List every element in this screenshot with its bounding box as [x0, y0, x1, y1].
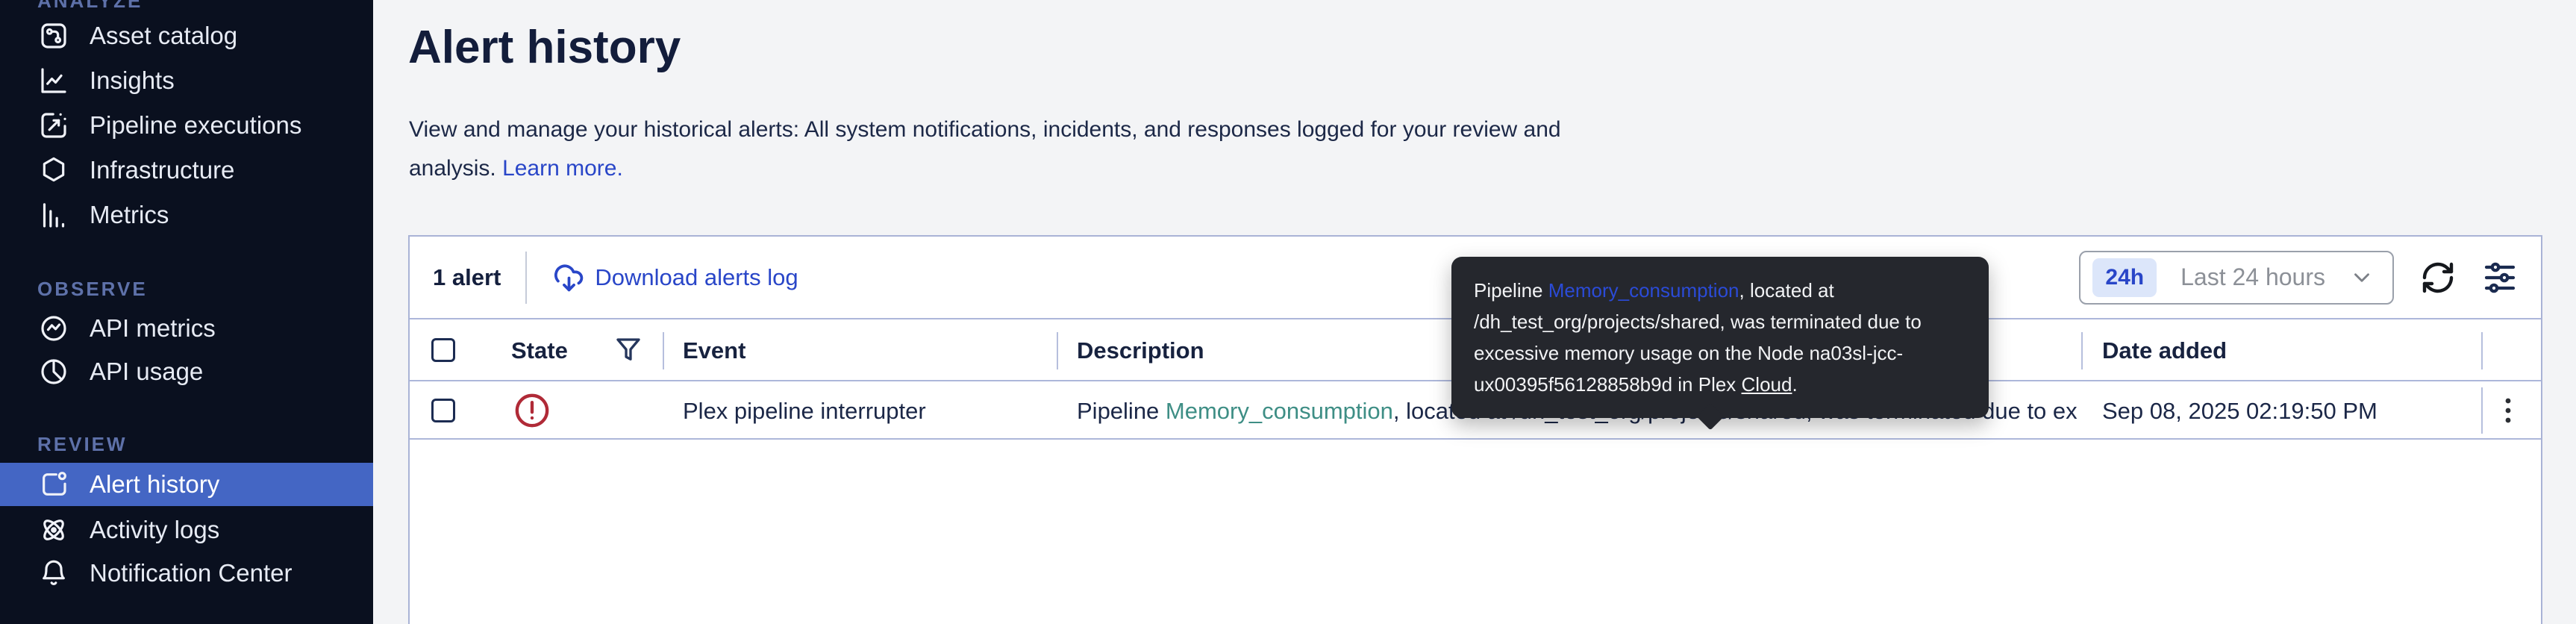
toolbar-divider — [525, 252, 527, 304]
atom-icon — [39, 515, 69, 545]
time-range-select[interactable]: 24h Last 24 hours — [2079, 251, 2394, 305]
column-header-state: State — [511, 337, 568, 364]
sidebar-item-asset-catalog[interactable]: Asset catalog — [0, 13, 373, 58]
app-window: ANALYZE Asset catalog Insights Pipeline … — [0, 0, 2576, 624]
row-actions-button[interactable] — [2490, 393, 2526, 428]
refresh-icon — [2420, 260, 2456, 296]
column-divider — [2481, 332, 2483, 369]
sidebar-item-label: API metrics — [90, 314, 216, 343]
asset-catalog-icon — [39, 21, 69, 51]
time-range-badge: 24h — [2092, 258, 2157, 297]
card-dot-icon — [39, 469, 69, 499]
bar-chart-icon — [39, 200, 69, 230]
table-settings-button[interactable] — [2482, 260, 2518, 296]
sidebar: ANALYZE Asset catalog Insights Pipeline … — [0, 0, 373, 624]
filter-funnel-icon[interactable] — [613, 334, 644, 366]
section-label-observe: OBSERVE — [37, 278, 148, 301]
column-divider — [1057, 332, 1058, 369]
kebab-menu-icon — [2490, 393, 2526, 428]
column-header-date-added: Date added — [2102, 337, 2227, 364]
cloud-download-icon — [552, 260, 586, 294]
download-alerts-log-button[interactable]: Download alerts log — [552, 260, 798, 294]
cell-date-added: Sep 08, 2025 02:19:50 PM — [2102, 398, 2378, 425]
pipeline-link[interactable]: Memory_consumption — [1166, 398, 1393, 424]
column-header-description: Description — [1077, 337, 1204, 364]
tooltip-cloud-link[interactable]: Cloud — [1742, 373, 1792, 396]
section-label-analyze: ANALYZE — [37, 0, 143, 13]
page-description: View and manage your historical alerts: … — [409, 110, 1618, 188]
sidebar-item-label: Notification Center — [90, 559, 292, 587]
download-alerts-log-label: Download alerts log — [595, 264, 798, 291]
sidebar-item-notification-center[interactable]: Notification Center — [0, 551, 373, 596]
cell-description-prefix: Pipeline — [1077, 398, 1166, 424]
column-header-event: Event — [683, 337, 745, 364]
page-title: Alert history — [408, 21, 681, 74]
sidebar-item-api-usage[interactable]: API usage — [0, 349, 373, 394]
pipeline-arrow-icon — [39, 110, 69, 140]
sidebar-item-label: Infrastructure — [90, 156, 234, 184]
sidebar-item-alert-history[interactable]: Alert history — [0, 463, 373, 506]
sidebar-item-label: Asset catalog — [90, 22, 237, 50]
select-all-checkbox[interactable] — [431, 338, 455, 362]
sidebar-item-label: Pipeline executions — [90, 111, 301, 140]
learn-more-link[interactable]: Learn more. — [502, 156, 623, 181]
error-circle-icon — [513, 391, 551, 430]
chevron-down-icon — [2349, 265, 2375, 290]
tooltip-text-suffix: . — [1792, 373, 1797, 396]
column-divider — [2081, 332, 2083, 369]
row-checkbox[interactable] — [431, 399, 455, 422]
tooltip-text-prefix: Pipeline — [1474, 279, 1548, 302]
hexagon-icon — [39, 155, 69, 185]
sidebar-item-insights[interactable]: Insights — [0, 58, 373, 103]
alert-count: 1 alert — [433, 264, 501, 291]
sidebar-item-infrastructure[interactable]: Infrastructure — [0, 148, 373, 193]
sidebar-item-label: Alert history — [90, 470, 219, 499]
activity-circle-icon — [39, 313, 69, 343]
column-divider — [2481, 387, 2483, 434]
bell-icon — [39, 558, 69, 588]
sliders-icon — [2482, 260, 2518, 296]
sidebar-item-pipeline-executions[interactable]: Pipeline executions — [0, 103, 373, 148]
sidebar-item-activity-logs[interactable]: Activity logs — [0, 508, 373, 552]
line-chart-icon — [39, 66, 69, 96]
tooltip-pipeline-link[interactable]: Memory_consumption — [1548, 279, 1739, 302]
column-divider — [663, 332, 664, 369]
section-label-review: REVIEW — [37, 433, 128, 456]
sidebar-item-api-metrics[interactable]: API metrics — [0, 306, 373, 351]
sidebar-item-label: Activity logs — [90, 516, 219, 544]
sidebar-item-label: API usage — [90, 358, 203, 386]
toolbar-right-controls: 24h Last 24 hours — [2079, 237, 2518, 318]
sidebar-item-label: Insights — [90, 66, 175, 95]
sidebar-item-label: Metrics — [90, 201, 169, 229]
sidebar-item-metrics[interactable]: Metrics — [0, 193, 373, 237]
pie-chart-icon — [39, 357, 69, 387]
description-tooltip: Pipeline Memory_consumption, located at … — [1451, 257, 1989, 418]
refresh-button[interactable] — [2420, 260, 2456, 296]
time-range-label: Last 24 hours — [2180, 263, 2325, 291]
cell-event: Plex pipeline interrupter — [683, 398, 926, 425]
